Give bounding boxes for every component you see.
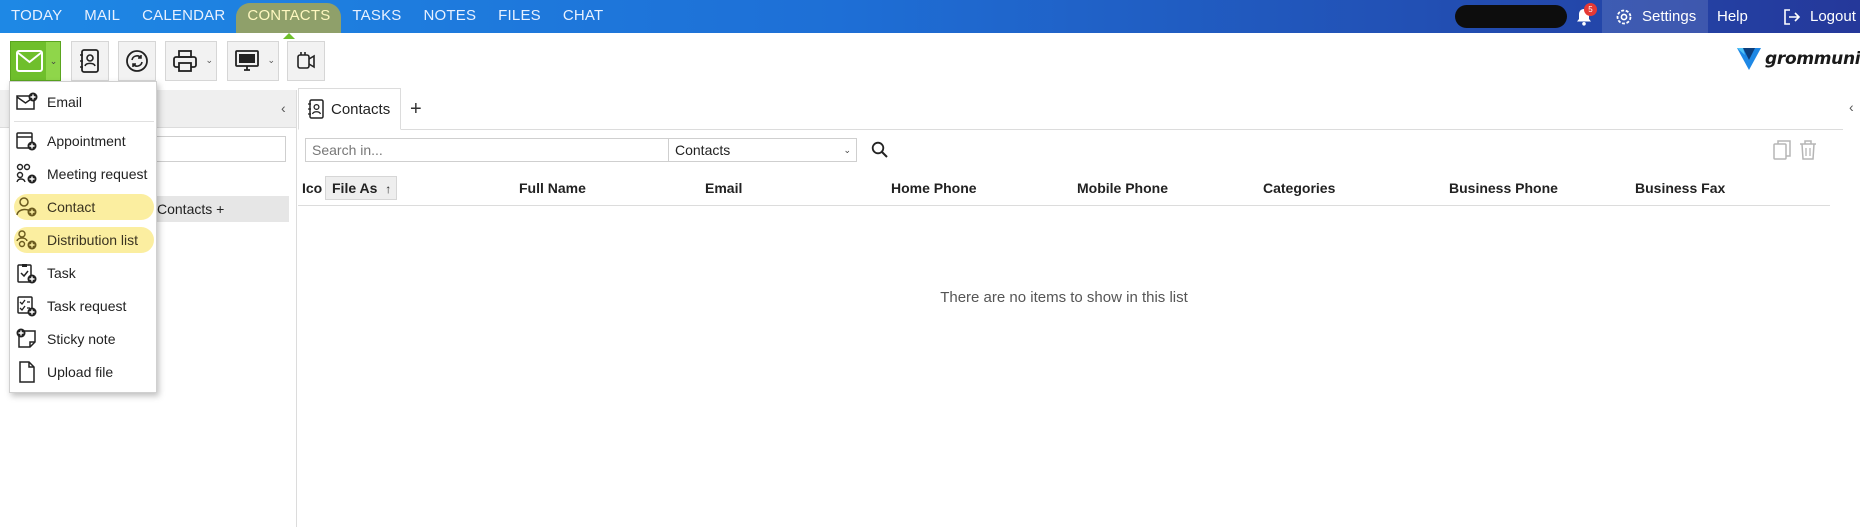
empty-list-message: There are no items to show in this list [940, 289, 1188, 306]
menu-item-appointment[interactable]: Appointment [14, 128, 154, 154]
search-scope-select[interactable]: Contacts ⌄ [669, 138, 857, 162]
video-meeting-button[interactable] [287, 41, 325, 81]
search-scope-value: Contacts [675, 142, 731, 158]
chevron-down-icon: ⌄ [843, 145, 851, 155]
folder-filter-input[interactable] [140, 136, 286, 162]
menu-item-label: Meeting request [47, 166, 148, 182]
address-book-icon [80, 49, 99, 73]
settings-button[interactable]: Settings [1602, 0, 1709, 33]
search-input[interactable]: Search in... [305, 138, 669, 162]
column-file-as[interactable]: File As ↑ [325, 176, 397, 200]
nav-calendar[interactable]: CALENDAR [131, 0, 236, 33]
menu-divider [14, 121, 154, 122]
main-nav: TODAY MAIL CALENDAR CONTACTS TASKS NOTES… [0, 0, 615, 39]
chevron-down-icon: ⌄ [49, 55, 58, 66]
sort-ascending-icon: ↑ [385, 182, 392, 196]
nav-chat[interactable]: CHAT [552, 0, 615, 33]
contacts-main-area: Contacts + ‹ Search in... Contacts ⌄ Ico… [298, 88, 1860, 527]
chevron-down-icon[interactable]: ⌄ [205, 55, 213, 66]
distribution-list-icon [14, 227, 40, 253]
help-label: Help [1717, 8, 1748, 25]
column-label: File As [332, 180, 378, 196]
tab-label: Contacts [331, 100, 391, 118]
add-tab-button[interactable]: + [410, 98, 422, 121]
menu-item-upload-file[interactable]: Upload file [14, 359, 154, 385]
contact-icon [14, 194, 40, 220]
menu-item-label: Task request [47, 298, 127, 314]
menu-item-contact[interactable]: Contact [14, 194, 154, 220]
tab-strip: Contacts + [298, 88, 1843, 130]
top-navigation-bar: TODAY MAIL CALENDAR CONTACTS TASKS NOTES… [0, 0, 1860, 39]
menu-item-distribution-list[interactable]: Distribution list [14, 227, 154, 253]
meeting-request-icon [14, 161, 40, 187]
settings-label: Settings [1642, 8, 1697, 25]
collapse-right-panel-icon[interactable]: ‹ [1849, 99, 1854, 115]
nav-tasks[interactable]: TASKS [341, 0, 412, 33]
help-button[interactable]: Help [1705, 0, 1760, 33]
gear-icon [1616, 9, 1632, 24]
new-item-menu: Email Appointment Meeting request Contac… [9, 81, 157, 393]
nav-mail[interactable]: MAIL [73, 0, 131, 33]
menu-item-label: Distribution list [47, 232, 139, 248]
printer-icon [173, 50, 197, 72]
menu-item-task-request[interactable]: Task request [14, 293, 154, 319]
search-icon[interactable] [871, 141, 889, 159]
logout-button[interactable]: Logout [1770, 0, 1860, 33]
app-window: TODAY MAIL CALENDAR CONTACTS TASKS NOTES… [0, 0, 1860, 527]
nav-today[interactable]: TODAY [0, 0, 73, 33]
menu-item-email[interactable]: Email [14, 89, 154, 115]
tab-contacts[interactable]: Contacts [298, 88, 401, 130]
refresh-button[interactable] [118, 41, 156, 81]
new-item-button[interactable]: ⌄ [10, 41, 61, 81]
menu-item-label: Email [47, 94, 83, 110]
monitor-icon [235, 50, 259, 71]
email-new-icon [14, 89, 40, 115]
nav-files[interactable]: FILES [487, 0, 552, 33]
task-request-icon [14, 293, 40, 319]
chevron-down-icon[interactable]: ⌄ [267, 55, 275, 66]
collapse-left-panel-icon[interactable]: ‹ [281, 100, 286, 116]
grommunio-logo: grommunio [1735, 46, 1860, 72]
menu-item-label: Task [47, 265, 76, 281]
column-categories[interactable]: Categories [1263, 170, 1335, 206]
menu-item-label: Upload file [47, 364, 114, 380]
upload-file-icon [14, 359, 40, 385]
new-item-dropdown-toggle[interactable]: ⌄ [46, 42, 60, 80]
logout-icon [1784, 8, 1801, 25]
column-email[interactable]: Email [705, 170, 742, 206]
folder-item-contacts[interactable]: Contacts + [155, 196, 289, 222]
copy-icon[interactable] [1772, 139, 1792, 161]
video-meeting-icon [297, 52, 315, 69]
envelope-icon [16, 50, 43, 72]
logo-text: grommunio [1765, 49, 1860, 69]
menu-item-sticky-note[interactable]: Sticky note [14, 326, 154, 352]
address-book-icon [308, 99, 324, 119]
column-home-phone[interactable]: Home Phone [891, 170, 977, 206]
refresh-icon [126, 50, 148, 72]
menu-item-label: Sticky note [47, 331, 116, 347]
user-account-button[interactable] [1455, 5, 1567, 28]
menu-item-task[interactable]: Task [14, 260, 154, 286]
nav-notes[interactable]: NOTES [412, 0, 487, 33]
logout-label: Logout [1810, 8, 1856, 25]
notification-count-badge: 5 [1584, 3, 1597, 16]
column-business-phone[interactable]: Business Phone [1449, 170, 1558, 206]
address-book-button[interactable] [71, 41, 109, 81]
grommunio-logo-icon [1737, 48, 1761, 70]
menu-item-label: Contact [47, 199, 96, 215]
column-icon[interactable]: Ico [302, 170, 324, 206]
contacts-grid-header: Ico File As ↑ Full Name Email Home Phone… [298, 170, 1830, 206]
menu-item-meeting-request[interactable]: Meeting request [14, 161, 154, 187]
nav-contacts[interactable]: CONTACTS [236, 3, 342, 39]
print-button[interactable]: ⌄ [165, 41, 217, 81]
task-icon [14, 260, 40, 286]
column-full-name[interactable]: Full Name [519, 170, 586, 206]
view-mode-button[interactable]: ⌄ [227, 41, 279, 81]
trash-icon[interactable] [1798, 139, 1818, 161]
sticky-note-icon [14, 326, 40, 352]
appointment-icon [14, 128, 40, 154]
menu-item-label: Appointment [47, 133, 126, 149]
column-business-fax[interactable]: Business Fax [1635, 170, 1725, 206]
column-mobile-phone[interactable]: Mobile Phone [1077, 170, 1168, 206]
